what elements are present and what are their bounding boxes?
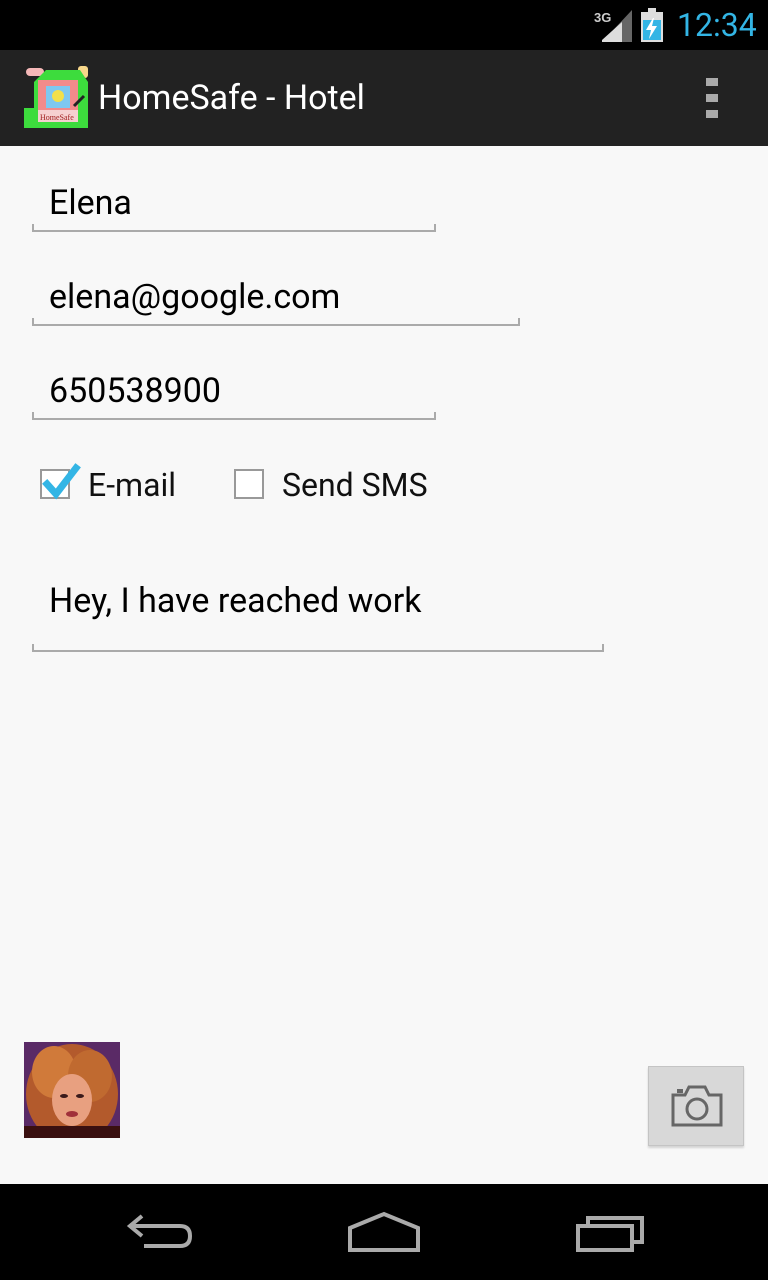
action-bar: HomeSafe HomeSafe - Hotel [0, 50, 768, 146]
email-checkbox-row[interactable]: E-mail [40, 460, 190, 510]
email-field-value: elena@google.com [49, 277, 341, 317]
recents-icon[interactable] [574, 1208, 646, 1256]
name-field-value: Elena [49, 183, 132, 223]
app-title: HomeSafe - Hotel [98, 78, 365, 118]
phone-field-value: 650538900 [49, 371, 221, 411]
sms-checkbox-row[interactable]: Send SMS [234, 460, 444, 510]
email-field[interactable]: elena@google.com [32, 268, 520, 326]
email-checkbox-label: E-mail [88, 466, 177, 504]
home-icon[interactable] [346, 1208, 422, 1256]
message-field[interactable]: Hey, I have reached work [32, 568, 604, 652]
svg-text:3G: 3G [594, 10, 611, 25]
name-field-underline [32, 224, 436, 232]
message-field-value: Hey, I have reached work [49, 581, 422, 621]
overflow-menu-icon[interactable] [698, 76, 726, 120]
sms-checkbox-label: Send SMS [282, 466, 428, 504]
phone-field-underline [32, 412, 436, 420]
clock: 12:34 [677, 6, 757, 44]
camera-button[interactable] [648, 1066, 744, 1146]
checkmark-icon [42, 463, 81, 500]
battery-icon [641, 8, 663, 42]
email-field-underline [32, 318, 520, 326]
name-field[interactable]: Elena [32, 174, 436, 232]
homesafe-logo-icon[interactable]: HomeSafe [24, 66, 90, 130]
status-bar: 3G 12:34 [0, 0, 768, 50]
signal-icon: 3G [594, 10, 632, 42]
phone-field[interactable]: 650538900 [32, 362, 436, 420]
sms-checkbox[interactable] [234, 469, 264, 499]
camera-icon [671, 1085, 723, 1127]
contact-photo-image [24, 1042, 120, 1138]
navigation-bar [0, 1184, 768, 1280]
back-icon[interactable] [124, 1208, 196, 1256]
logo-text: HomeSafe [40, 113, 74, 122]
message-field-underline [32, 644, 604, 652]
contact-photo[interactable] [24, 1042, 120, 1138]
